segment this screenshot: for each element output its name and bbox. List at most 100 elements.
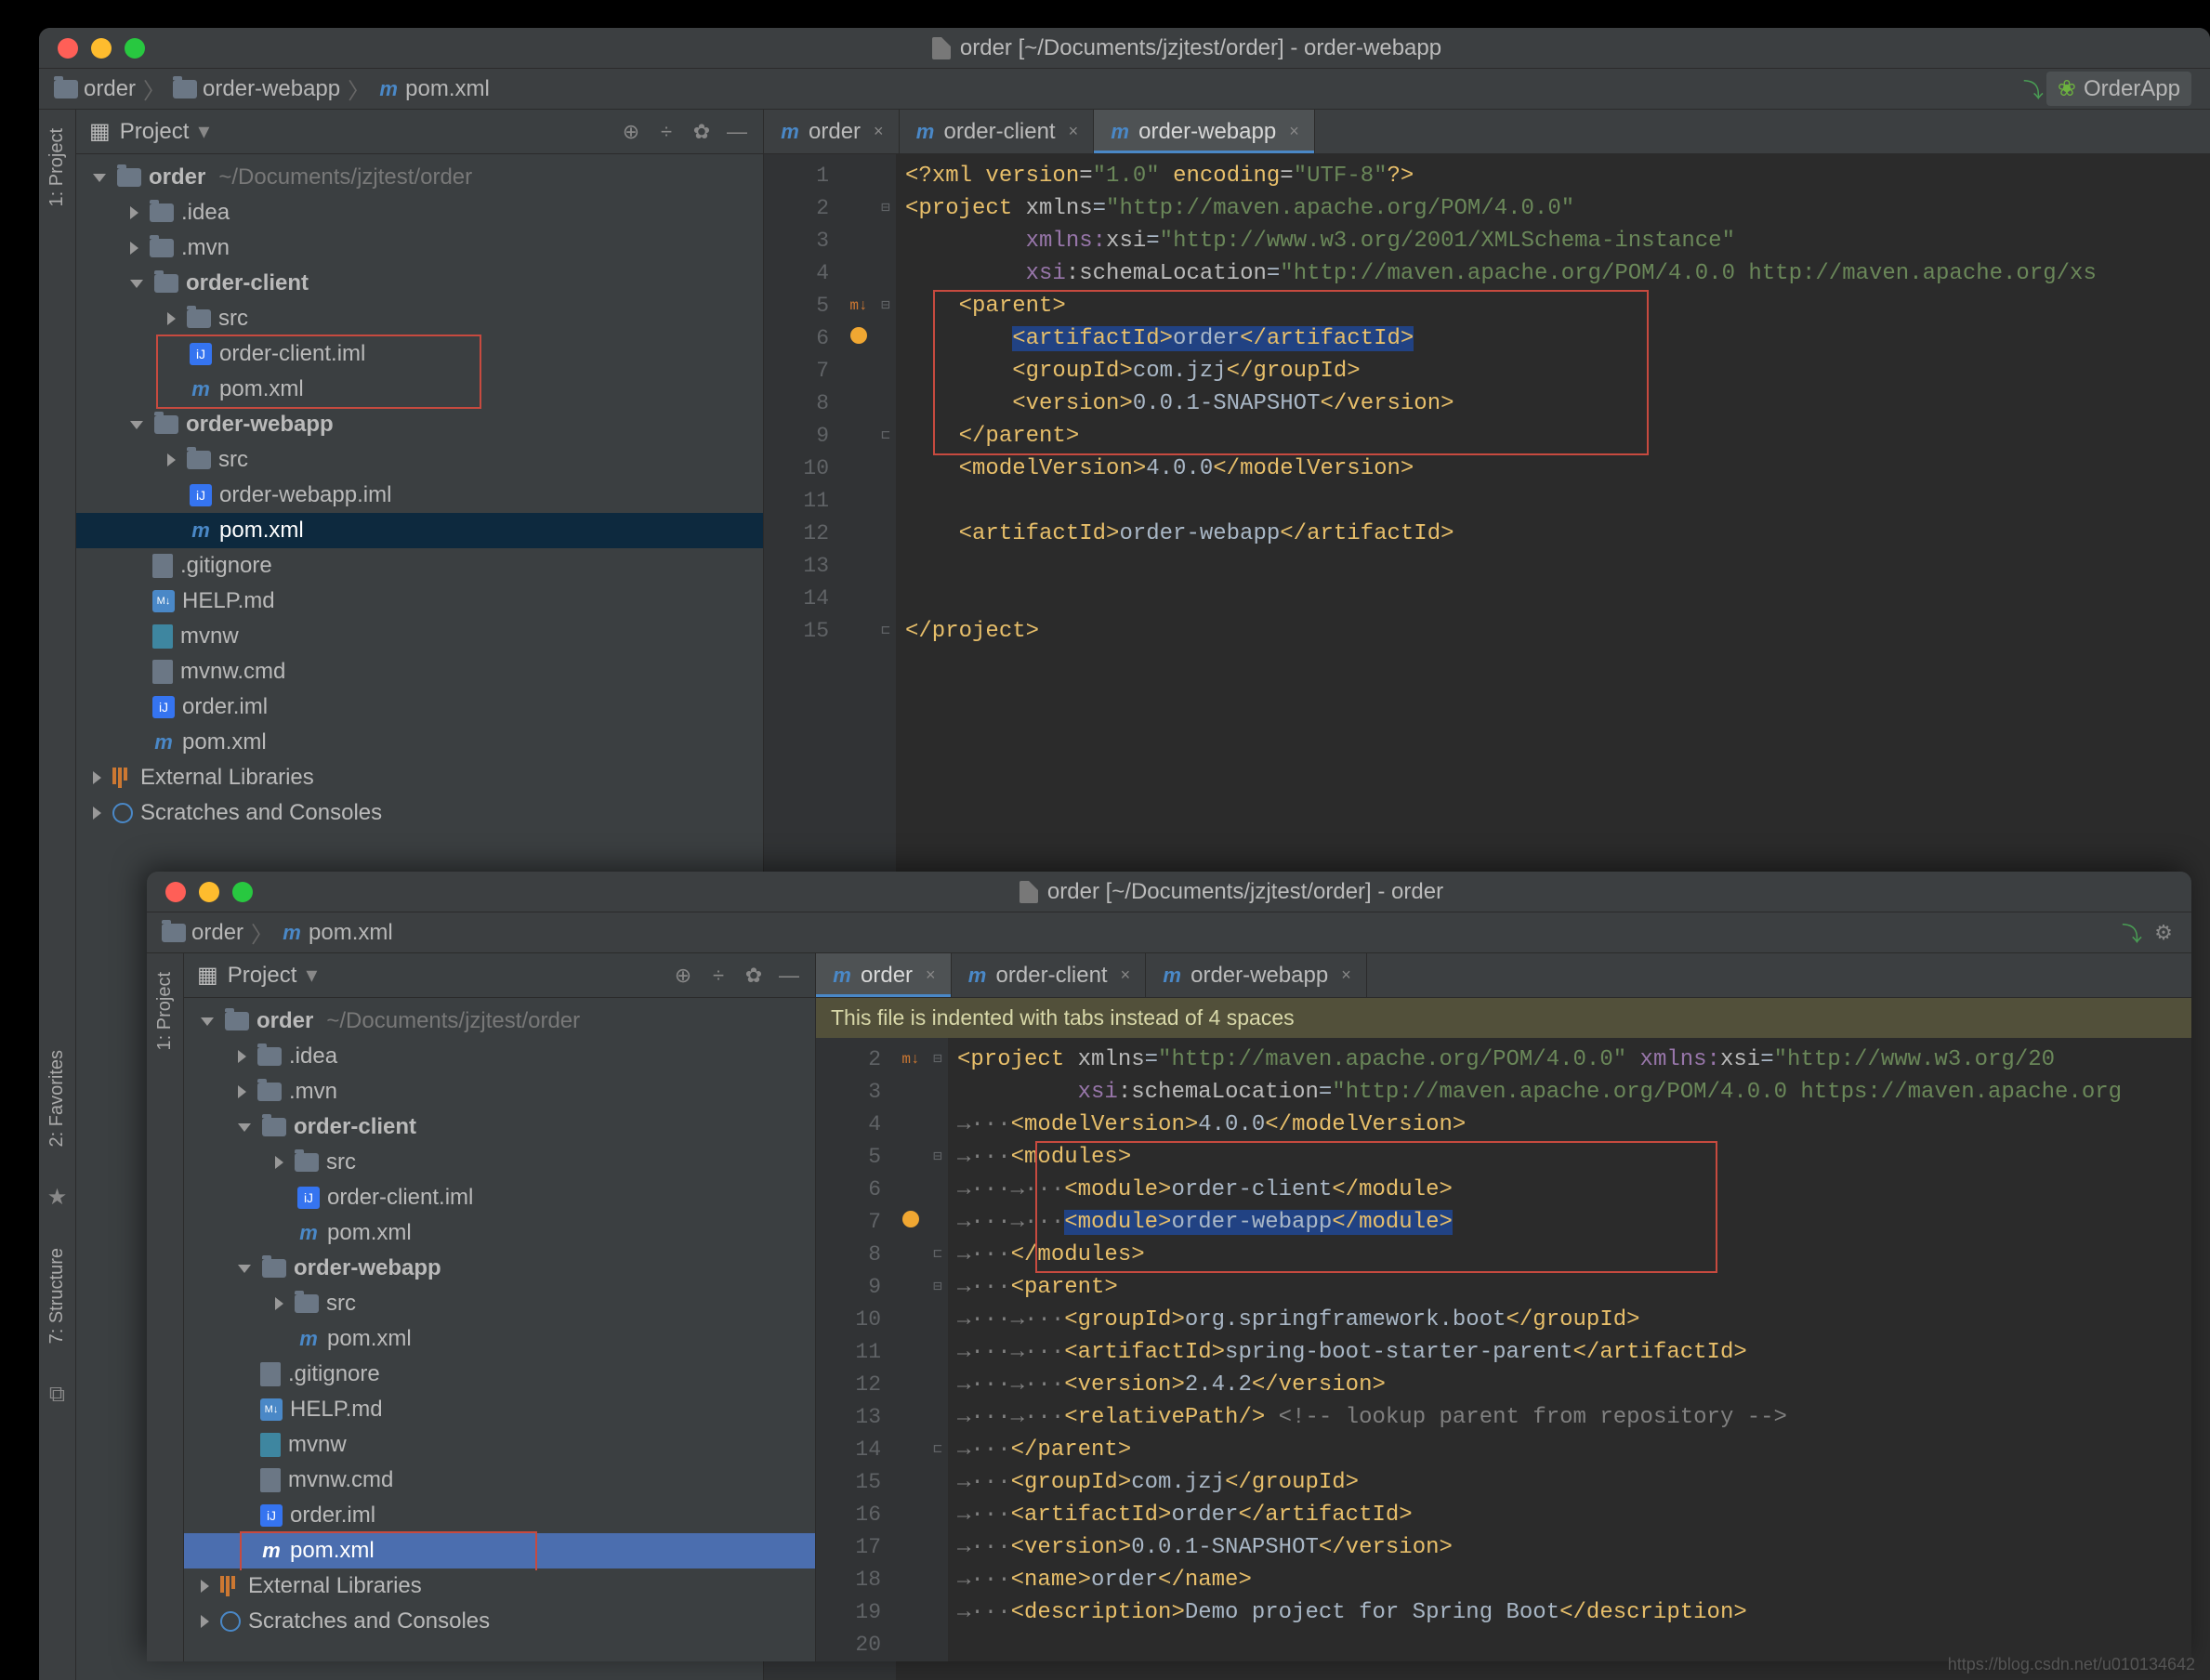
tree-item[interactable]: .idea <box>184 1039 815 1074</box>
breadcrumb-item[interactable]: order-webapp <box>167 76 346 102</box>
gear-icon[interactable]: ✿ <box>741 963 767 989</box>
breadcrumb-item[interactable]: order <box>48 76 141 102</box>
rail-project[interactable]: 1: Project <box>46 119 68 216</box>
tree-root[interactable]: order~/Documents/jzjtest/order <box>184 1004 815 1039</box>
code-editor[interactable]: 234567891011121314151617181920 m↓ ⊟⊟⊏⊟⊏ … <box>816 1038 2191 1661</box>
build-icon[interactable]: ⤵ <box>2119 920 2145 946</box>
tree-item[interactable]: M↓HELP.md <box>184 1392 815 1427</box>
bulb-icon[interactable] <box>902 1211 919 1227</box>
tree-item[interactable]: Scratches and Consoles <box>76 795 763 831</box>
tree-item[interactable]: order-client <box>184 1109 815 1145</box>
target-icon[interactable]: ⊕ <box>670 963 696 989</box>
folder-icon <box>262 1259 286 1278</box>
rail-structure[interactable]: 7: Structure <box>46 1239 68 1353</box>
bulb-icon[interactable] <box>850 327 867 344</box>
tree-item[interactable]: Scratches and Consoles <box>184 1604 815 1639</box>
maven-icon: m <box>281 922 303 944</box>
close-icon[interactable]: × <box>1069 122 1079 141</box>
hide-icon[interactable]: — <box>776 963 802 989</box>
tree-item[interactable]: .idea <box>76 195 763 230</box>
tree-item[interactable]: order-client <box>76 266 763 301</box>
tree-item[interactable]: order-webapp <box>76 407 763 442</box>
collapse-icon[interactable]: ÷ <box>653 119 679 145</box>
chevron-down-icon[interactable]: ▾ <box>198 118 209 145</box>
rail-favorites[interactable]: 2: Favorites <box>46 1041 68 1156</box>
library-icon <box>112 768 133 788</box>
collapse-icon[interactable]: ÷ <box>705 963 731 989</box>
close-icon[interactable]: × <box>926 965 936 985</box>
tree-item[interactable]: iJorder-client.iml <box>76 336 763 372</box>
tree-item[interactable]: .gitignore <box>184 1357 815 1392</box>
file-icon <box>260 1468 281 1492</box>
tab-order-webapp[interactable]: morder-webapp× <box>1146 953 1367 997</box>
close-icon[interactable] <box>165 882 186 902</box>
minimize-icon[interactable] <box>199 882 219 902</box>
tree-item[interactable]: External Libraries <box>76 760 763 795</box>
tree-item[interactable]: mvnw <box>76 619 763 654</box>
close-icon[interactable]: × <box>874 122 884 141</box>
target-icon[interactable]: ⊕ <box>618 119 644 145</box>
tree-item[interactable]: order-webapp <box>184 1251 815 1286</box>
tree-item-selected[interactable]: mpom.xml <box>184 1533 815 1568</box>
file-icon <box>152 624 173 649</box>
close-icon[interactable]: × <box>1121 965 1131 985</box>
tree-item[interactable]: mvnw <box>184 1427 815 1463</box>
tree-item[interactable]: .mvn <box>76 230 763 266</box>
iml-icon: iJ <box>297 1187 320 1209</box>
tab-order[interactable]: morder× <box>816 953 952 997</box>
indent-warning-banner: This file is indented with tabs instead … <box>816 998 2191 1038</box>
code-content[interactable]: <project xmlns="http://maven.apache.org/… <box>948 1038 2191 1661</box>
tree-item[interactable]: src <box>76 442 763 478</box>
breadcrumb-item[interactable]: mpom.xml <box>275 920 399 946</box>
tree-item[interactable]: mpom.xml <box>184 1321 815 1357</box>
file-icon <box>260 1433 281 1457</box>
breadcrumb-item[interactable]: order <box>156 920 249 946</box>
tree-item-selected[interactable]: mpom.xml <box>76 513 763 548</box>
hide-icon[interactable]: — <box>724 119 750 145</box>
project-view-icon: ▦ <box>89 118 111 145</box>
highlight-box <box>933 290 1649 455</box>
editor-tabs: morder× morder-client× morder-webapp× <box>816 953 2191 998</box>
minimize-icon[interactable] <box>91 38 112 59</box>
rail-project[interactable]: 1: Project <box>154 963 176 1059</box>
chevron-down-icon[interactable]: ▾ <box>306 962 317 989</box>
gear-icon[interactable]: ✿ <box>689 119 715 145</box>
title-text: order [~/Documents/jzjtest/order] - orde… <box>960 35 1441 61</box>
tree-item[interactable]: mpom.xml <box>76 372 763 407</box>
tree-item[interactable]: src <box>184 1145 815 1180</box>
gear-icon[interactable]: ⚙ <box>2145 920 2182 946</box>
tab-order-client[interactable]: morder-client× <box>952 953 1147 997</box>
tree-item[interactable]: src <box>76 301 763 336</box>
run-config-selector[interactable]: ❀ OrderApp <box>2046 72 2191 106</box>
tree-item[interactable]: iJorder-webapp.iml <box>76 478 763 513</box>
traffic-lights <box>39 38 164 59</box>
tree-item[interactable]: M↓HELP.md <box>76 584 763 619</box>
build-icon[interactable]: ⤵ <box>2020 76 2046 102</box>
tree-item[interactable]: iJorder-client.iml <box>184 1180 815 1215</box>
tree-item[interactable]: .mvn <box>184 1074 815 1109</box>
maximize-icon[interactable] <box>125 38 145 59</box>
tab-order-client[interactable]: morder-client× <box>900 110 1095 153</box>
file-icon <box>932 37 951 59</box>
close-icon[interactable] <box>58 38 78 59</box>
maven-icon: m <box>190 519 212 542</box>
tree-item[interactable]: src <box>184 1286 815 1321</box>
folder-icon <box>187 451 211 469</box>
tab-order[interactable]: morder× <box>764 110 900 153</box>
tree-root[interactable]: order~/Documents/jzjtest/order <box>76 160 763 195</box>
breadcrumb-item[interactable]: mpom.xml <box>372 76 495 102</box>
folder-icon <box>162 924 186 942</box>
tree-item[interactable]: iJorder.iml <box>76 689 763 725</box>
tree-item[interactable]: mpom.xml <box>76 725 763 760</box>
tree-item[interactable]: .gitignore <box>76 548 763 584</box>
tree-item[interactable]: iJorder.iml <box>184 1498 815 1533</box>
project-sidebar: ▦ Project ▾ ⊕ ÷ ✿ — order~/Documents/jzj… <box>184 953 816 1661</box>
tree-item[interactable]: External Libraries <box>184 1568 815 1604</box>
tree-item[interactable]: mvnw.cmd <box>76 654 763 689</box>
tree-item[interactable]: mvnw.cmd <box>184 1463 815 1498</box>
close-icon[interactable]: × <box>1289 122 1299 141</box>
tree-item[interactable]: mpom.xml <box>184 1215 815 1251</box>
close-icon[interactable]: × <box>1341 965 1351 985</box>
maximize-icon[interactable] <box>232 882 253 902</box>
tab-order-webapp[interactable]: morder-webapp× <box>1094 110 1315 153</box>
